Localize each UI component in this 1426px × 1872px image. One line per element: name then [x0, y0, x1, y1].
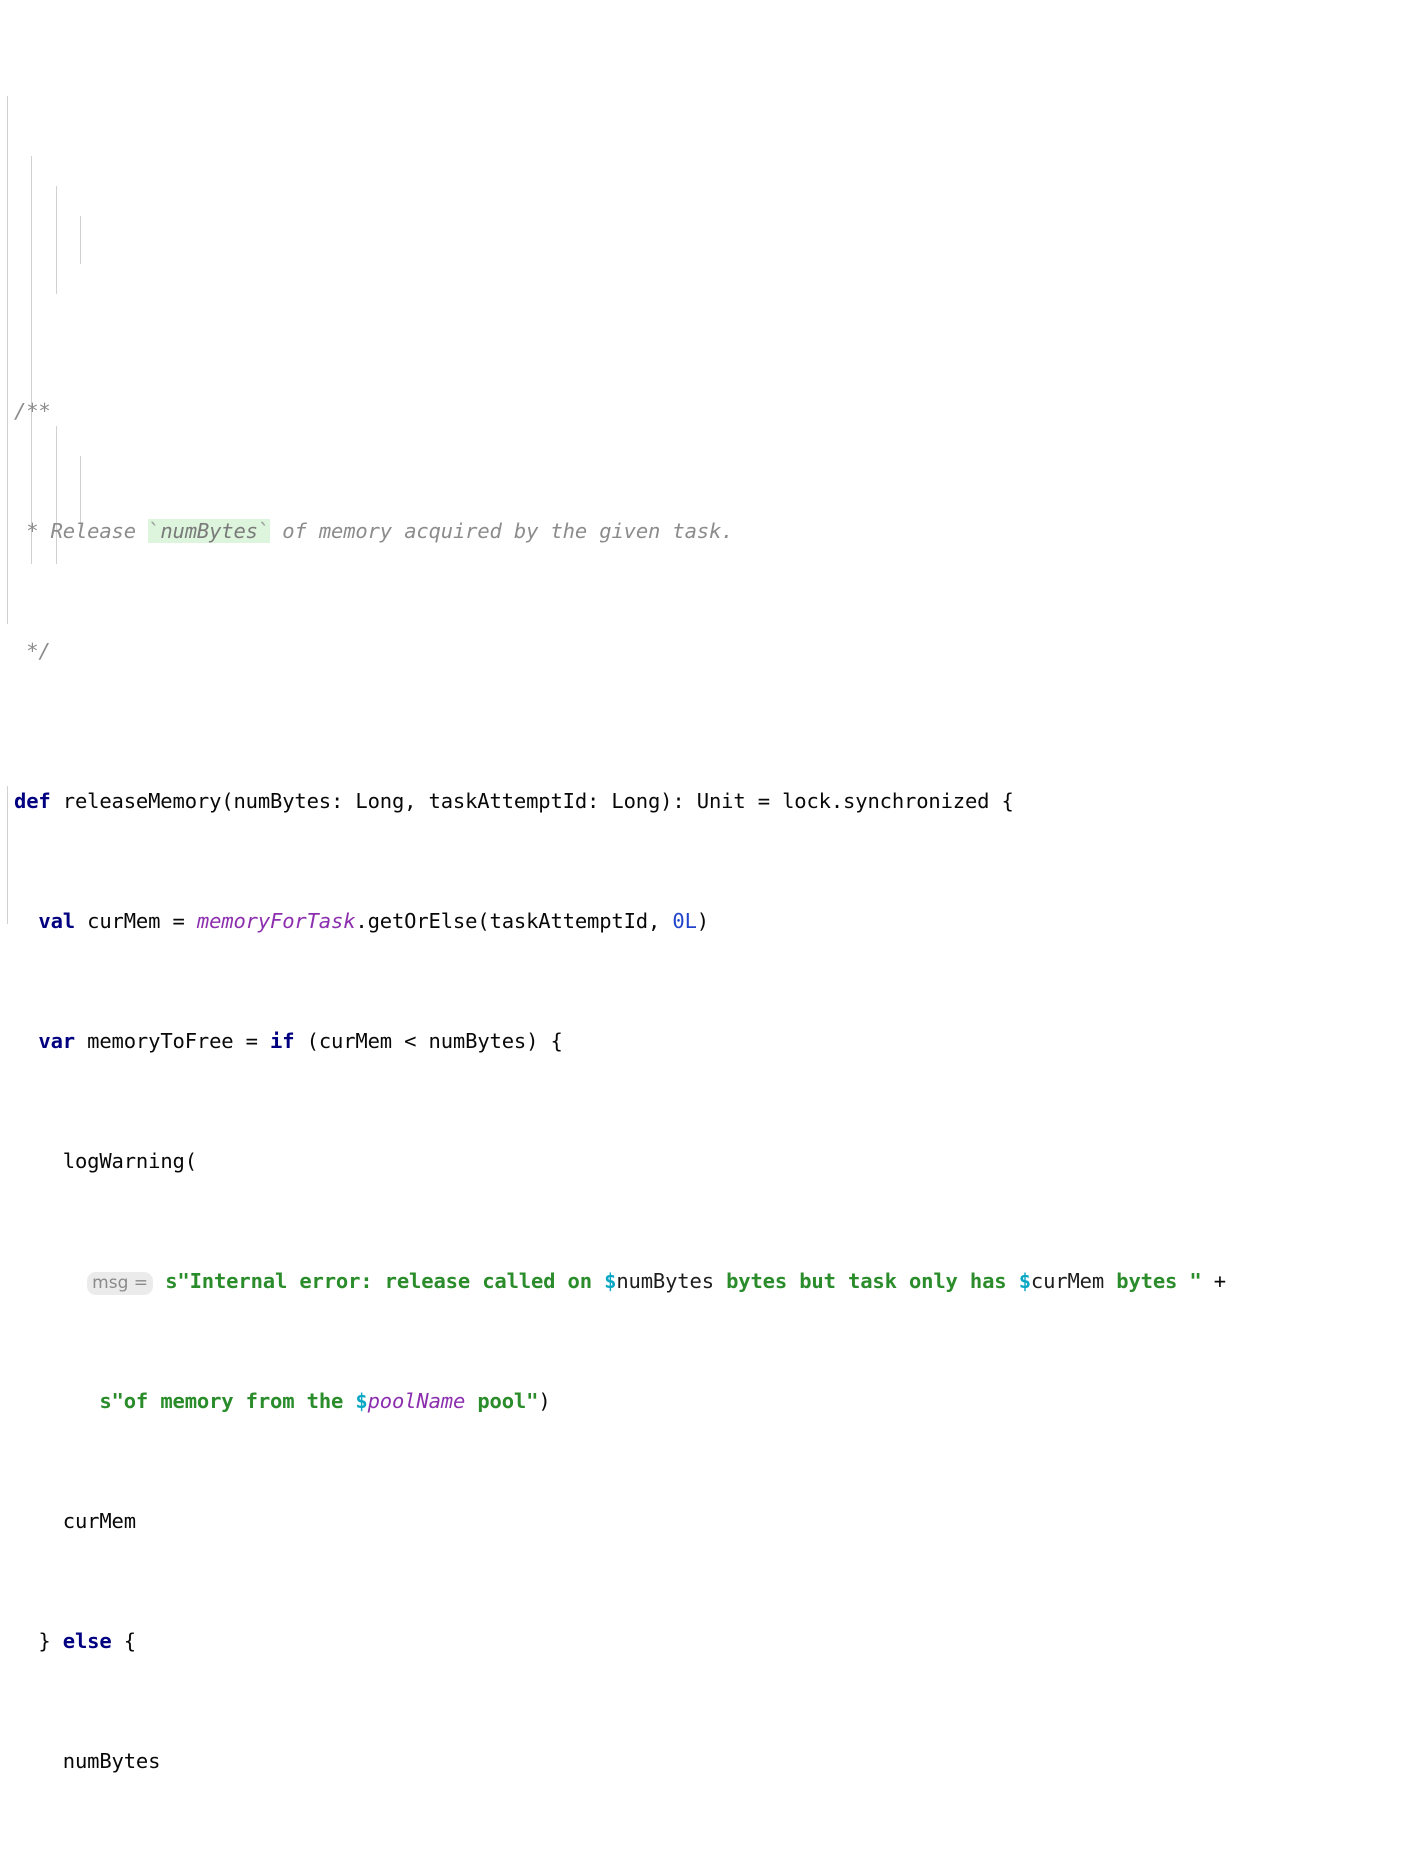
doc-text-pre: Release — [38, 519, 149, 543]
code-line-var-memorytofree: var memoryToFree = if (curMem < numBytes… — [14, 1026, 1426, 1056]
string-interpolator-dollar: $ — [355, 1389, 368, 1413]
code-editor[interactable]: /** * Release `numBytes` of memory acqui… — [0, 0, 1426, 1872]
doc-star: * — [14, 519, 39, 543]
string-interpolator-dollar: $ — [604, 1269, 617, 1293]
code-line-val-curmem: val curMem = memoryForTask.getOrElse(tas… — [14, 906, 1426, 936]
code-content[interactable]: /** * Release `numBytes` of memory acqui… — [0, 0, 1426, 1872]
indent-guide — [56, 186, 57, 294]
inlay-parameter-hint-msg[interactable]: msg = — [87, 1272, 154, 1295]
keyword-else: else — [62, 1629, 112, 1653]
var-memorytofree-text: memoryToFree = — [74, 1029, 271, 1053]
string-literal-part4: s"of memory from the — [99, 1389, 356, 1413]
code-line-doc-body: * Release `numBytes` of memory acquired … — [14, 516, 1426, 546]
code-line-numbytes: numBytes — [14, 1746, 1426, 1776]
field-memoryfortask: memoryForTask — [196, 909, 356, 933]
string-literal-part5: pool" — [465, 1389, 539, 1413]
string-literal-part1: s"Internal error: release called on — [165, 1269, 605, 1293]
expression-curmem: curMem — [62, 1509, 136, 1533]
string-literal-part3: bytes " — [1104, 1269, 1202, 1293]
close-paren: ) — [696, 909, 709, 933]
doc-text-post: of memory acquired by the given task. — [270, 519, 734, 543]
expression-numbytes: numBytes — [62, 1749, 161, 1773]
if-condition-text: (curMem < numBytes) { — [294, 1029, 563, 1053]
indent-guide — [7, 786, 8, 924]
close-brace: } — [38, 1629, 63, 1653]
code-line-close-brace-1: } — [14, 1866, 1426, 1872]
code-line-def-releasememory: def releaseMemory(numBytes: Long, taskAt… — [14, 786, 1426, 816]
keyword-val: val — [38, 909, 75, 933]
doc-code-tick-close: ` — [257, 519, 271, 543]
doc-inline-code: numBytes — [160, 519, 258, 543]
indent-guide — [80, 216, 81, 264]
keyword-def: def — [14, 789, 51, 813]
code-line-doc-open: /** — [14, 396, 1426, 426]
code-line-logwarning: logWarning( — [14, 1146, 1426, 1176]
string-literal-part2: bytes but task only has — [713, 1269, 1019, 1293]
val-curmem-text: curMem = — [74, 909, 197, 933]
interpolated-field-poolname: poolName — [367, 1389, 466, 1413]
code-line-msg-string: msg = s"Internal error: release called o… — [14, 1266, 1426, 1296]
doc-comment-close: */ — [14, 639, 51, 663]
code-line-curmem: curMem — [14, 1506, 1426, 1536]
code-line-doc-close: */ — [14, 636, 1426, 666]
keyword-var: var — [38, 1029, 75, 1053]
concat-operator: + — [1201, 1269, 1226, 1293]
indent-guide — [31, 156, 32, 564]
close-brace: } — [38, 1869, 50, 1872]
getorelse-call: .getOrElse(taskAttemptId, — [355, 909, 673, 933]
interpolated-var-curmem: curMem — [1030, 1269, 1105, 1293]
indent-guide — [7, 96, 8, 624]
open-brace: { — [111, 1629, 136, 1653]
code-line-else: } else { — [14, 1626, 1426, 1656]
number-literal-0l: 0L — [672, 909, 697, 933]
close-paren: ) — [538, 1389, 551, 1413]
doc-comment-open: /** — [14, 399, 51, 423]
interpolated-var-numbytes: numBytes — [616, 1269, 714, 1293]
keyword-if: if — [270, 1029, 295, 1053]
logwarning-call: logWarning( — [62, 1149, 197, 1173]
code-line-msg-string-cont: s"of memory from the $poolName pool") — [14, 1386, 1426, 1416]
string-interpolator-dollar: $ — [1018, 1269, 1031, 1293]
def-signature-text: releaseMemory(numBytes: Long, taskAttemp… — [50, 789, 1014, 813]
doc-code-tick-open: ` — [148, 519, 161, 543]
